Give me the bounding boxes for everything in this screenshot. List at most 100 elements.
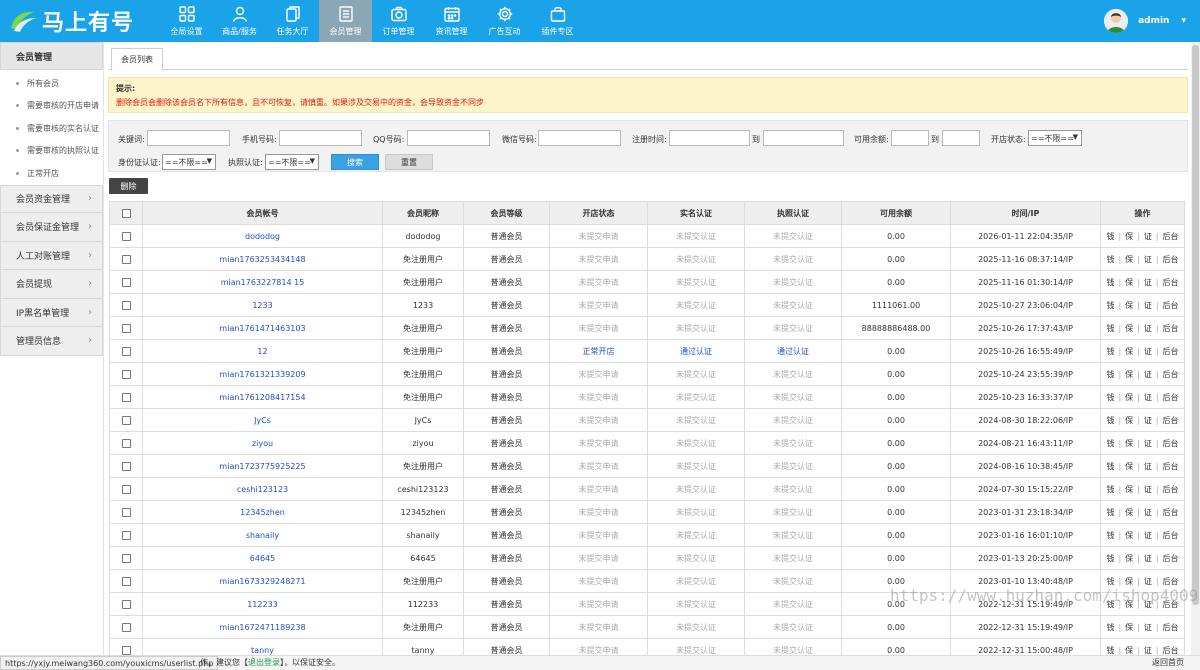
back-home-link[interactable]: 返回首页: [1152, 657, 1184, 668]
sidebar-item-all-members[interactable]: 所有会员: [0, 72, 103, 95]
action-money-link[interactable]: 钱: [1106, 255, 1114, 264]
nav-news-management[interactable]: 资讯管理: [425, 0, 478, 42]
member-account-link[interactable]: JyCs: [142, 408, 383, 432]
action-deposit-link[interactable]: 保: [1125, 646, 1133, 655]
sidebar-group-member-funds[interactable]: 会员资金管理 ›: [0, 184, 103, 213]
action-cert-link[interactable]: 证: [1144, 255, 1152, 264]
row-checkbox[interactable]: [121, 576, 131, 586]
action-backend-link[interactable]: 后台: [1163, 531, 1179, 540]
sidebar-item-normal-shops[interactable]: 正常开店: [0, 162, 103, 185]
action-money-link[interactable]: 钱: [1106, 278, 1114, 287]
action-backend-link[interactable]: 后台: [1163, 485, 1179, 494]
select-all-checkbox[interactable]: [121, 208, 131, 218]
action-cert-link[interactable]: 证: [1144, 370, 1152, 379]
action-backend-link[interactable]: 后台: [1163, 393, 1179, 402]
action-backend-link[interactable]: 后台: [1163, 623, 1179, 632]
sidebar-group-ip-blacklist[interactable]: IP黑名单管理 ›: [0, 298, 103, 327]
action-backend-link[interactable]: 后台: [1163, 554, 1179, 563]
action-money-link[interactable]: 钱: [1106, 370, 1114, 379]
row-select-cell[interactable]: [109, 408, 143, 432]
member-account-link[interactable]: 64645: [142, 546, 383, 570]
nav-plugin-zone[interactable]: 插件专区: [531, 0, 584, 42]
member-account-link[interactable]: mian1763253434148: [142, 247, 383, 271]
sidebar-group-deposit[interactable]: 会员保证金管理 ›: [0, 213, 103, 242]
member-account-link[interactable]: shanaily: [142, 523, 383, 547]
nav-member-management[interactable]: 会员管理: [319, 0, 372, 42]
row-select-cell[interactable]: [109, 477, 143, 501]
tab-member-list[interactable]: 会员列表: [111, 48, 163, 71]
member-account-link[interactable]: mian1673329248271: [142, 569, 383, 593]
row-checkbox[interactable]: [121, 622, 131, 632]
shop-status-select[interactable]: ==不限== ▼: [1028, 130, 1082, 146]
row-select-cell[interactable]: [109, 454, 143, 478]
phone-input[interactable]: [279, 130, 362, 146]
keyword-input[interactable]: [147, 130, 230, 146]
action-cert-link[interactable]: 证: [1144, 531, 1152, 540]
action-money-link[interactable]: 钱: [1106, 416, 1114, 425]
action-cert-link[interactable]: 证: [1144, 485, 1152, 494]
action-cert-link[interactable]: 证: [1144, 232, 1152, 241]
row-select-cell[interactable]: [109, 546, 143, 570]
action-cert-link[interactable]: 证: [1144, 439, 1152, 448]
row-checkbox[interactable]: [121, 369, 131, 379]
row-checkbox[interactable]: [121, 484, 131, 494]
member-account-link[interactable]: 1233: [142, 293, 383, 317]
user-menu[interactable]: admin ▾: [1104, 0, 1200, 42]
delete-button[interactable]: 删除: [109, 178, 148, 194]
action-deposit-link[interactable]: 保: [1125, 439, 1133, 448]
balance-max-input[interactable]: [942, 130, 980, 146]
member-account-link[interactable]: mian1723775925225: [142, 454, 383, 478]
sidebar-group-reconciliation[interactable]: 人工对账管理 ›: [0, 241, 103, 270]
action-cert-link[interactable]: 证: [1144, 278, 1152, 287]
wechat-input[interactable]: [538, 130, 621, 146]
action-backend-link[interactable]: 后台: [1163, 347, 1179, 356]
action-deposit-link[interactable]: 保: [1125, 485, 1133, 494]
nav-ad-interaction[interactable]: 广告互动: [478, 0, 531, 42]
member-account-link[interactable]: mian1761208417154: [142, 385, 383, 409]
row-select-cell[interactable]: [109, 339, 143, 363]
shop-status[interactable]: 正常开店: [549, 339, 648, 363]
action-backend-link[interactable]: 后台: [1163, 646, 1179, 655]
member-account-link[interactable]: 112233: [142, 592, 383, 616]
sidebar-head[interactable]: 会员管理: [0, 42, 103, 70]
row-checkbox[interactable]: [121, 415, 131, 425]
action-money-link[interactable]: 钱: [1106, 646, 1114, 655]
row-checkbox[interactable]: [121, 530, 131, 540]
action-money-link[interactable]: 钱: [1106, 232, 1114, 241]
action-money-link[interactable]: 钱: [1106, 554, 1114, 563]
row-select-cell[interactable]: [109, 523, 143, 547]
member-account-link[interactable]: ceshi123123: [142, 477, 383, 501]
action-deposit-link[interactable]: 保: [1125, 324, 1133, 333]
action-money-link[interactable]: 钱: [1106, 439, 1114, 448]
nav-global-settings[interactable]: 全局设置: [160, 0, 213, 42]
member-account-link[interactable]: ziyou: [142, 431, 383, 455]
action-deposit-link[interactable]: 保: [1125, 416, 1133, 425]
nav-goods-service[interactable]: 商品/服务: [213, 0, 266, 42]
action-deposit-link[interactable]: 保: [1125, 347, 1133, 356]
row-checkbox[interactable]: [121, 300, 131, 310]
action-cert-link[interactable]: 证: [1144, 577, 1152, 586]
action-cert-link[interactable]: 证: [1144, 646, 1152, 655]
action-backend-link[interactable]: 后台: [1163, 278, 1179, 287]
action-money-link[interactable]: 钱: [1106, 531, 1114, 540]
action-deposit-link[interactable]: 保: [1125, 462, 1133, 471]
action-deposit-link[interactable]: 保: [1125, 554, 1133, 563]
action-deposit-link[interactable]: 保: [1125, 278, 1133, 287]
action-backend-link[interactable]: 后台: [1163, 370, 1179, 379]
row-checkbox[interactable]: [121, 277, 131, 287]
action-cert-link[interactable]: 证: [1144, 623, 1152, 632]
row-checkbox[interactable]: [121, 507, 131, 517]
reset-button[interactable]: 重置: [385, 154, 433, 170]
select-all-cell[interactable]: [109, 201, 143, 225]
row-select-cell[interactable]: [109, 615, 143, 639]
license-status[interactable]: 通过认证: [744, 339, 842, 363]
row-checkbox[interactable]: [121, 346, 131, 356]
row-checkbox[interactable]: [121, 254, 131, 264]
action-backend-link[interactable]: 后台: [1163, 416, 1179, 425]
scrollbar-thumb[interactable]: [1192, 45, 1199, 605]
action-cert-link[interactable]: 证: [1144, 416, 1152, 425]
action-deposit-link[interactable]: 保: [1125, 255, 1133, 264]
member-account-link[interactable]: mian1763227814 15: [142, 270, 383, 294]
action-backend-link[interactable]: 后台: [1163, 301, 1179, 310]
regtime-start-input[interactable]: [669, 130, 750, 146]
